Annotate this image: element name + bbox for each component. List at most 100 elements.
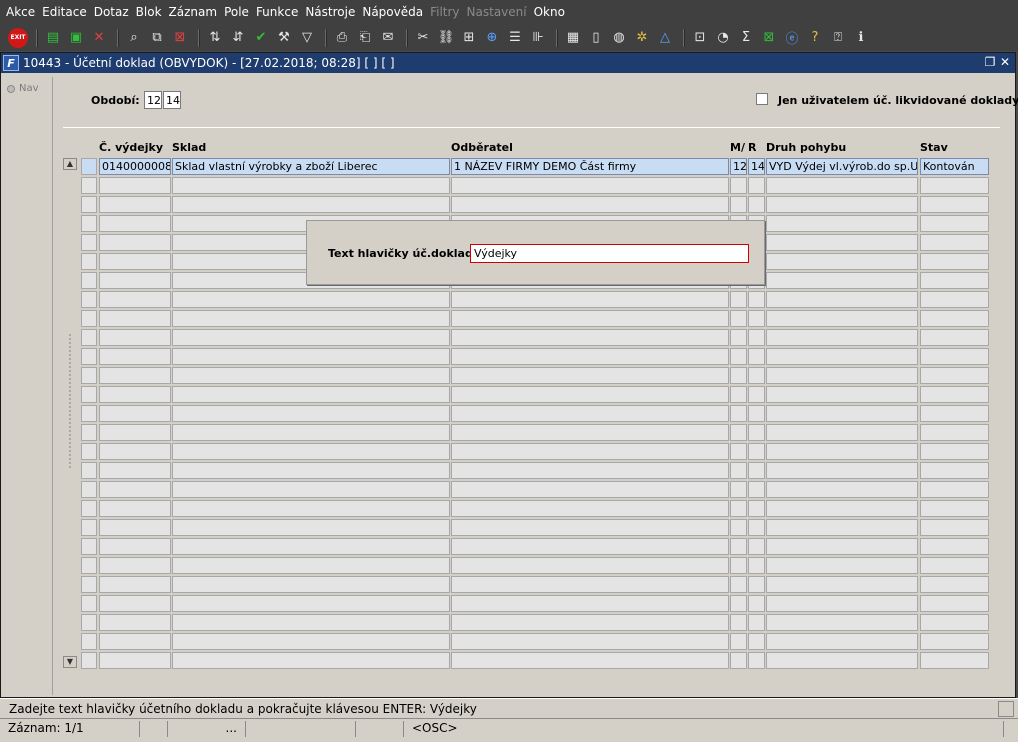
table-cell-stav[interactable] — [920, 177, 989, 194]
table-cell-sklad[interactable] — [172, 462, 450, 479]
menu-item-6[interactable]: Funkce — [254, 5, 303, 19]
clipboard-icon[interactable]: ▦ — [563, 28, 583, 48]
table-cell-r[interactable]: 14 — [748, 158, 765, 175]
table-cell-r[interactable] — [748, 329, 765, 346]
list-icon[interactable]: ☰ — [505, 28, 525, 48]
table-cell-sklad[interactable] — [172, 424, 450, 441]
table-cell-stav[interactable] — [920, 348, 989, 365]
table-cell-stav[interactable] — [920, 424, 989, 441]
table-cell-m[interactable] — [730, 633, 747, 650]
row-selector[interactable] — [81, 557, 97, 574]
table-cell-sklad[interactable] — [172, 557, 450, 574]
help-icon[interactable]: ? — [805, 28, 825, 48]
table-cell-r[interactable] — [748, 386, 765, 403]
menu-item-7[interactable]: Nástroje — [303, 5, 360, 19]
table-cell-m[interactable] — [730, 462, 747, 479]
table-cell-odberatel[interactable] — [451, 177, 729, 194]
row-selector[interactable] — [81, 576, 97, 593]
table-cell-r[interactable] — [748, 196, 765, 213]
table-cell-m[interactable] — [730, 405, 747, 422]
table-cell-r[interactable] — [748, 367, 765, 384]
table-cell-sklad[interactable] — [172, 500, 450, 517]
table-cell-m[interactable] — [730, 538, 747, 555]
table-cell-druh[interactable] — [766, 272, 918, 289]
row-selector[interactable] — [81, 215, 97, 232]
lookup-icon[interactable]: ⊞ — [459, 28, 479, 48]
row-selector[interactable] — [81, 386, 97, 403]
table-cell-m[interactable] — [730, 291, 747, 308]
calc-icon[interactable]: ◔ — [713, 28, 733, 48]
table-cell-cislo[interactable] — [99, 367, 171, 384]
table-cell-druh[interactable] — [766, 367, 918, 384]
tree-icon[interactable]: ⊪ — [528, 28, 548, 48]
row-selector[interactable] — [81, 177, 97, 194]
table-cell-sklad[interactable] — [172, 633, 450, 650]
table-cell-r[interactable] — [748, 424, 765, 441]
table-cell-m[interactable] — [730, 595, 747, 612]
table-cell-cislo[interactable] — [99, 538, 171, 555]
table-cell-stav[interactable] — [920, 481, 989, 498]
table-cell-stav[interactable] — [920, 253, 989, 270]
obdobi-month-input[interactable]: 12 — [144, 91, 162, 109]
table-cell-cislo[interactable] — [99, 234, 171, 251]
table-cell-cislo[interactable] — [99, 443, 171, 460]
table-cell-odberatel[interactable] — [451, 196, 729, 213]
table-cell-druh[interactable] — [766, 462, 918, 479]
globe-icon[interactable]: ◍ — [609, 28, 629, 48]
table-cell-m[interactable] — [730, 177, 747, 194]
settings-wheel-icon[interactable]: ✲ — [632, 28, 652, 48]
mail-icon[interactable]: ✉ — [378, 28, 398, 48]
row-selector[interactable] — [81, 652, 97, 669]
table-cell-stav[interactable] — [920, 538, 989, 555]
table-cell-sklad[interactable] — [172, 481, 450, 498]
table-cell-m[interactable] — [730, 424, 747, 441]
table-cell-odberatel[interactable] — [451, 538, 729, 555]
excel-icon[interactable]: ⊠ — [759, 28, 779, 48]
table-cell-stav[interactable] — [920, 462, 989, 479]
obdobi-year-input[interactable]: 14 — [163, 91, 181, 109]
table-cell-r[interactable] — [748, 310, 765, 327]
row-selector[interactable] — [81, 633, 97, 650]
table-cell-odberatel[interactable] — [451, 386, 729, 403]
table-cell-stav[interactable] — [920, 443, 989, 460]
menu-item-0[interactable]: Akce — [4, 5, 40, 19]
table-cell-sklad[interactable] — [172, 595, 450, 612]
table-cell-sklad[interactable] — [172, 367, 450, 384]
table-cell-stav[interactable] — [920, 291, 989, 308]
table-cell-cislo[interactable] — [99, 348, 171, 365]
table-cell-odberatel[interactable] — [451, 462, 729, 479]
table-cell-cislo[interactable] — [99, 386, 171, 403]
table-cell-cislo[interactable] — [99, 405, 171, 422]
row-selector[interactable] — [81, 614, 97, 631]
copy-icon[interactable]: ⧉ — [147, 28, 167, 48]
chart-icon[interactable]: ⊡ — [690, 28, 710, 48]
table-cell-r[interactable] — [748, 291, 765, 308]
row-selector[interactable] — [81, 595, 97, 612]
table-cell-stav[interactable] — [920, 614, 989, 631]
table-cell-sklad[interactable] — [172, 614, 450, 631]
question-icon[interactable]: ⍰ — [828, 28, 848, 48]
row-selector[interactable] — [81, 519, 97, 536]
table-cell-druh[interactable] — [766, 557, 918, 574]
row-selector[interactable] — [81, 329, 97, 346]
table-cell-r[interactable] — [748, 481, 765, 498]
table-cell-r[interactable] — [748, 595, 765, 612]
table-cell-cislo[interactable] — [99, 310, 171, 327]
menu-item-11[interactable]: Okno — [532, 5, 570, 19]
table-cell-stav[interactable]: Kontován — [920, 158, 989, 175]
table-cell-r[interactable] — [748, 576, 765, 593]
clear-icon[interactable]: ⊠ — [170, 28, 190, 48]
menu-item-8[interactable]: Nápověda — [360, 5, 428, 19]
table-cell-m[interactable] — [730, 310, 747, 327]
sort-desc-icon[interactable]: ⇵ — [228, 28, 248, 48]
table-cell-stav[interactable] — [920, 310, 989, 327]
table-cell-odberatel[interactable] — [451, 519, 729, 536]
row-selector[interactable] — [81, 196, 97, 213]
table-cell-stav[interactable] — [920, 215, 989, 232]
table-cell-odberatel[interactable] — [451, 367, 729, 384]
table-cell-odberatel[interactable] — [451, 633, 729, 650]
search-icon[interactable]: ⊕ — [482, 28, 502, 48]
table-cell-sklad[interactable] — [172, 519, 450, 536]
table-cell-stav[interactable] — [920, 234, 989, 251]
table-cell-m[interactable] — [730, 367, 747, 384]
